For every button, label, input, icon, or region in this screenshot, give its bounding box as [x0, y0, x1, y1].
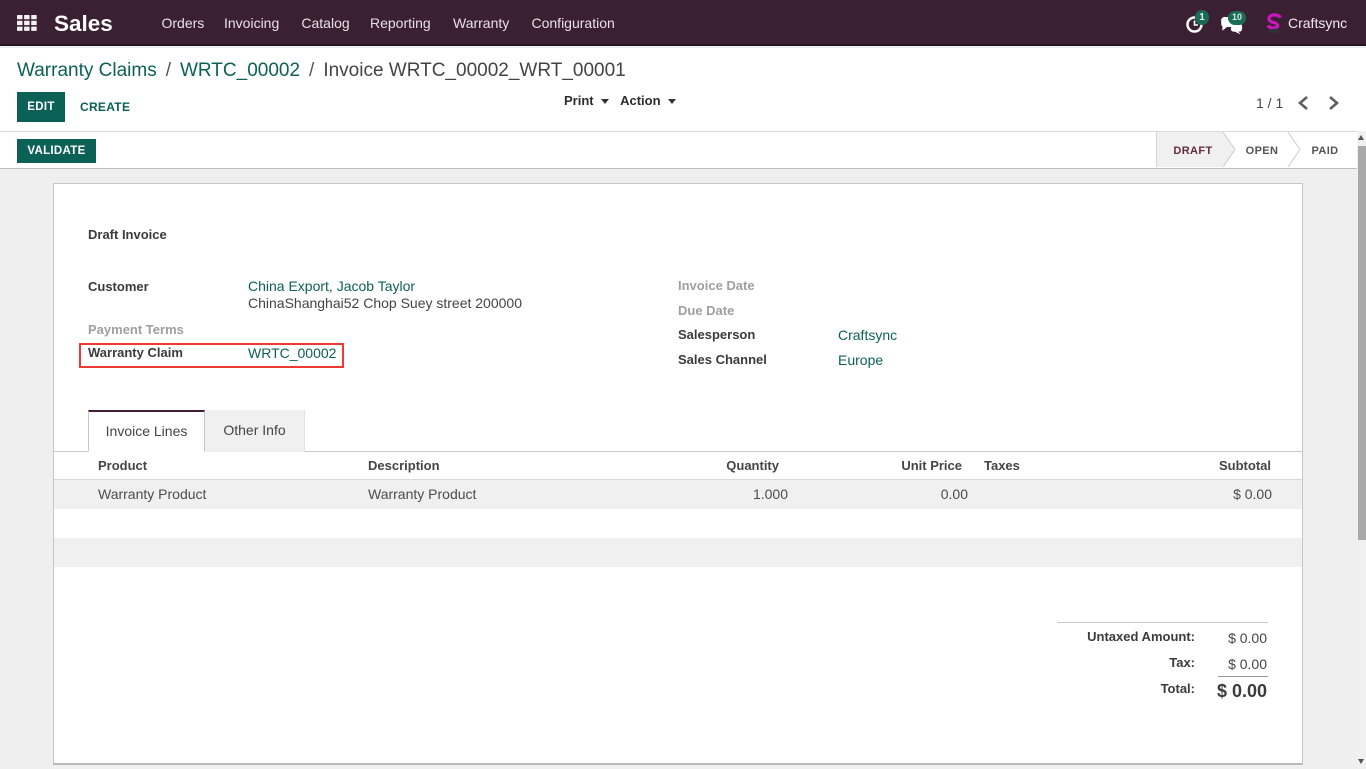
- svg-text:OPEN: OPEN: [1246, 145, 1279, 157]
- svg-text:PAID: PAID: [1311, 145, 1338, 157]
- svg-text:DRAFT: DRAFT: [1173, 145, 1212, 157]
